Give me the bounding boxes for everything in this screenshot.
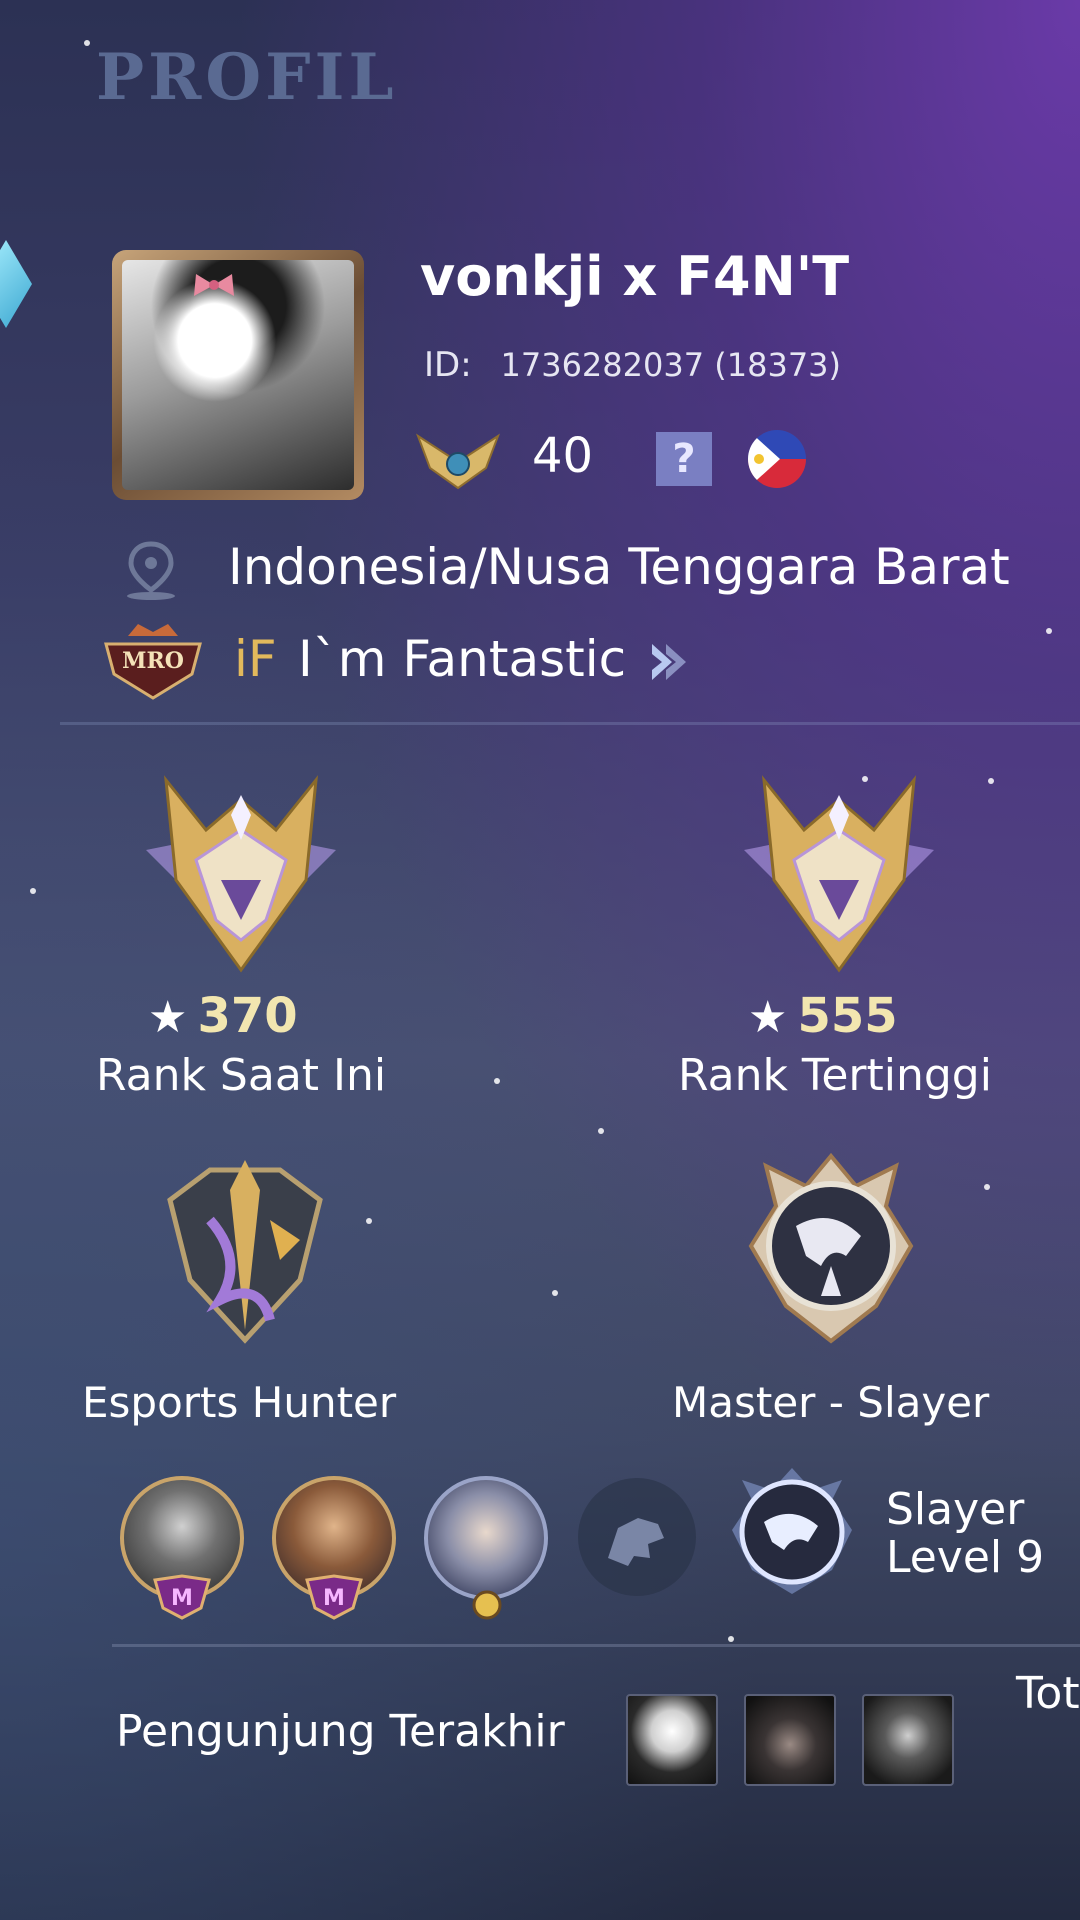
hero-portrait-3[interactable] bbox=[424, 1476, 548, 1600]
sparkle bbox=[494, 1078, 500, 1084]
sparkle bbox=[988, 778, 994, 784]
squad-tag: iF bbox=[234, 630, 277, 688]
player-id-label: ID: bbox=[424, 345, 472, 385]
bow-icon bbox=[194, 274, 234, 296]
visitor-avatar-1[interactable] bbox=[626, 1694, 718, 1786]
location-text: Indonesia/Nusa Tenggara Barat bbox=[228, 538, 1010, 596]
squad-name[interactable]: I`m Fantastic bbox=[298, 630, 626, 688]
squad-badge-icon[interactable]: MRO bbox=[100, 618, 206, 702]
star-icon: ★ bbox=[748, 992, 788, 1043]
section-divider bbox=[112, 1644, 1080, 1647]
svg-text:M: M bbox=[323, 1586, 345, 1611]
rank-emblem-highest[interactable] bbox=[734, 770, 944, 980]
star-icon: ★ bbox=[148, 992, 188, 1043]
rank-label-current: Rank Saat Ini bbox=[96, 1050, 387, 1101]
section-divider bbox=[60, 722, 1080, 725]
achievement-label-esports-hunter: Esports Hunter bbox=[82, 1378, 397, 1427]
sparkle bbox=[984, 1184, 990, 1190]
rank-label-highest: Rank Tertinggi bbox=[678, 1050, 992, 1101]
player-id[interactable]: ID: 1736282037 (18373) bbox=[424, 345, 841, 385]
location-pin-icon bbox=[127, 541, 175, 600]
rank-emblem-current[interactable] bbox=[136, 770, 346, 980]
hero-gem-icon bbox=[472, 1590, 502, 1620]
master-slayer-badge-icon[interactable] bbox=[736, 1146, 926, 1346]
emblem-placeholder-icon bbox=[608, 1518, 664, 1566]
visitor-avatar-2[interactable] bbox=[744, 1694, 836, 1786]
slayer-line1: Slayer bbox=[886, 1484, 1025, 1535]
svg-text:M: M bbox=[171, 1586, 193, 1611]
side-gem-icon[interactable] bbox=[0, 240, 32, 328]
visitor-avatar-3[interactable] bbox=[862, 1694, 954, 1786]
total-label: Tot bbox=[1016, 1668, 1080, 1719]
page-title: PROFIL bbox=[96, 40, 398, 115]
squad-badge-text: MRO bbox=[122, 648, 184, 674]
sparkle bbox=[84, 40, 90, 46]
avatar-image bbox=[122, 260, 354, 490]
rank-stars-highest-value: 555 bbox=[797, 988, 898, 1044]
philippines-flag-icon[interactable] bbox=[748, 430, 806, 488]
chevron-right-icon[interactable] bbox=[646, 640, 690, 684]
mastery-badge-icon: M bbox=[305, 1574, 363, 1620]
slayer-level-text: Slayer Level 9 bbox=[886, 1486, 1044, 1582]
sparkle bbox=[552, 1290, 558, 1296]
username: vonkji x F4N'T bbox=[420, 245, 850, 308]
mastery-badge-icon: M bbox=[153, 1574, 211, 1620]
sparkle bbox=[598, 1128, 604, 1134]
player-level: 40 bbox=[532, 428, 594, 484]
rank-stars-current-value: 370 bbox=[197, 988, 298, 1044]
sparkle bbox=[728, 1636, 734, 1642]
hero-slot-empty[interactable] bbox=[578, 1478, 696, 1596]
recent-visitors-label: Pengunjung Terakhir bbox=[116, 1706, 565, 1757]
sparkle bbox=[30, 888, 36, 894]
sparkle bbox=[862, 776, 868, 782]
slayer-badge-icon[interactable] bbox=[722, 1460, 862, 1600]
rank-stars-current: ★ 370 bbox=[148, 988, 298, 1044]
avatar[interactable] bbox=[112, 250, 364, 500]
level-badge-icon bbox=[416, 433, 500, 490]
sparkle bbox=[366, 1218, 372, 1224]
achievement-label-master-slayer: Master - Slayer bbox=[672, 1378, 990, 1427]
rank-stars-highest: ★ 555 bbox=[748, 988, 898, 1044]
player-id-value: 1736282037 (18373) bbox=[500, 346, 842, 384]
slayer-line2: Level 9 bbox=[886, 1532, 1045, 1583]
help-icon[interactable]: ? bbox=[656, 432, 712, 486]
esports-hunter-badge-icon[interactable] bbox=[150, 1150, 340, 1350]
sparkle bbox=[1046, 628, 1052, 634]
